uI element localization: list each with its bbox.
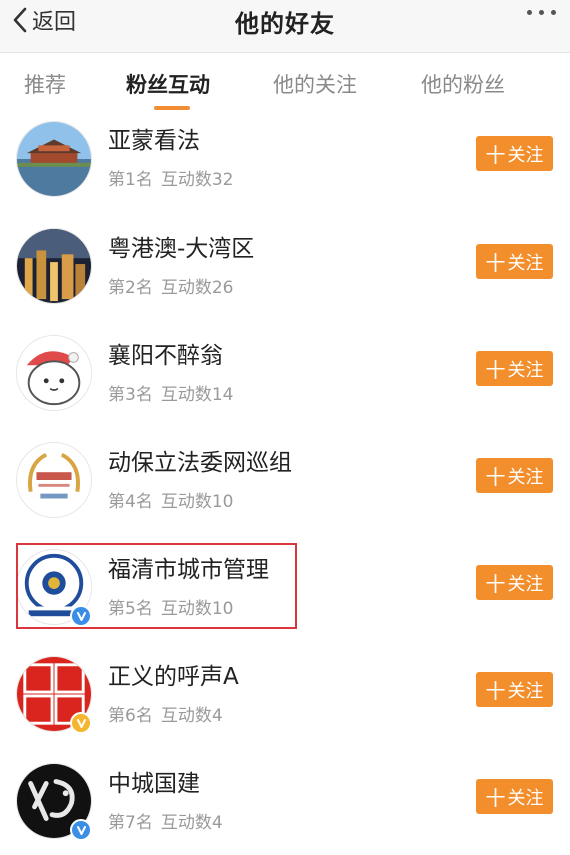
user-meta: 第3名 互动数14 <box>108 380 233 405</box>
user-meta: 第5名 互动数10 <box>108 594 233 619</box>
user-meta: 第4名 互动数10 <box>108 487 233 512</box>
follow-button[interactable]: 十关注 <box>476 672 553 707</box>
avatar[interactable] <box>16 335 92 411</box>
interaction-count: 互动数4 <box>160 706 223 726</box>
user-name[interactable]: 粤港澳-大湾区 <box>108 229 254 263</box>
rank-text: 第7名 <box>108 813 153 833</box>
avatar[interactable] <box>16 549 92 627</box>
plus-icon: 十 <box>485 786 506 810</box>
avatar[interactable] <box>16 656 92 734</box>
list-item[interactable]: 亚蒙看法 第1名 互动数32 十关注 <box>0 117 570 225</box>
user-name[interactable]: 正义的呼声A <box>108 657 239 691</box>
user-name[interactable]: 福清市城市管理 <box>108 550 269 584</box>
plus-icon: 十 <box>485 251 506 275</box>
avatar[interactable] <box>16 442 92 518</box>
rank-text: 第4名 <box>108 492 153 512</box>
plus-icon: 十 <box>485 572 506 596</box>
rank-text: 第2名 <box>108 278 153 298</box>
follow-label: 关注 <box>507 680 544 702</box>
avatar[interactable] <box>16 763 92 841</box>
avatar[interactable] <box>16 121 92 197</box>
verified-icon <box>70 819 92 841</box>
rank-text: 第1名 <box>108 170 153 190</box>
follow-button[interactable]: 十关注 <box>476 244 553 279</box>
interaction-count: 互动数26 <box>160 278 234 298</box>
active-tab-indicator <box>154 106 190 110</box>
list-item[interactable]: 中城国建 第7名 互动数4 十关注 <box>0 747 570 854</box>
follow-button[interactable]: 十关注 <box>476 565 553 600</box>
interaction-count: 互动数32 <box>160 170 234 190</box>
list-item[interactable]: 襄阳不醉翁 第3名 互动数14 十关注 <box>0 319 570 427</box>
follow-label: 关注 <box>507 466 544 488</box>
follow-button[interactable]: 十关注 <box>476 351 553 386</box>
page-title: 他的好友 <box>235 10 335 38</box>
verified-icon <box>70 712 92 734</box>
tab-bar: 推荐 粉丝互动 他的关注 他的粉丝 <box>0 53 570 118</box>
interaction-count: 互动数10 <box>160 599 234 619</box>
tab-his-following[interactable]: 他的关注 <box>273 69 357 99</box>
user-meta: 第2名 互动数26 <box>108 273 233 298</box>
user-name[interactable]: 中城国建 <box>108 764 200 798</box>
plus-icon: 十 <box>485 143 506 167</box>
follow-button[interactable]: 十关注 <box>476 458 553 493</box>
follow-label: 关注 <box>507 573 544 595</box>
interaction-count: 互动数14 <box>160 385 234 405</box>
user-name[interactable]: 亚蒙看法 <box>108 121 200 155</box>
follow-label: 关注 <box>507 252 544 274</box>
tab-recommend[interactable]: 推荐 <box>24 69 66 99</box>
follow-label: 关注 <box>507 787 544 809</box>
follow-button[interactable]: 十关注 <box>476 136 553 171</box>
interaction-count: 互动数10 <box>160 492 234 512</box>
rank-text: 第3名 <box>108 385 153 405</box>
plus-icon: 十 <box>485 358 506 382</box>
rank-text: 第5名 <box>108 599 153 619</box>
follow-label: 关注 <box>507 359 544 381</box>
tab-fan-interaction[interactable]: 粉丝互动 <box>126 69 210 99</box>
user-name[interactable]: 襄阳不醉翁 <box>108 336 223 370</box>
user-meta: 第7名 互动数4 <box>108 808 223 833</box>
rank-text: 第6名 <box>108 706 153 726</box>
user-meta: 第6名 互动数4 <box>108 701 223 726</box>
more-dots-icon[interactable] <box>527 10 556 15</box>
list-item[interactable]: 动保立法委网巡组 第4名 互动数10 十关注 <box>0 426 570 534</box>
plus-icon: 十 <box>485 465 506 489</box>
plus-icon: 十 <box>485 679 506 703</box>
interaction-count: 互动数4 <box>160 813 223 833</box>
follow-button[interactable]: 十关注 <box>476 779 553 814</box>
tab-his-fans[interactable]: 他的粉丝 <box>421 69 505 99</box>
user-name[interactable]: 动保立法委网巡组 <box>108 443 292 477</box>
list-item[interactable]: 正义的呼声A 第6名 互动数4 十关注 <box>0 640 570 748</box>
navigation-bar: 返回 他的好友 <box>0 0 570 53</box>
avatar[interactable] <box>16 228 92 304</box>
verified-icon <box>70 605 92 627</box>
user-meta: 第1名 互动数32 <box>108 165 233 190</box>
list-item[interactable]: 粤港澳-大湾区 第2名 互动数26 十关注 <box>0 212 570 320</box>
follow-label: 关注 <box>507 144 544 166</box>
list-item[interactable]: 福清市城市管理 第5名 互动数10 十关注 <box>0 533 570 641</box>
